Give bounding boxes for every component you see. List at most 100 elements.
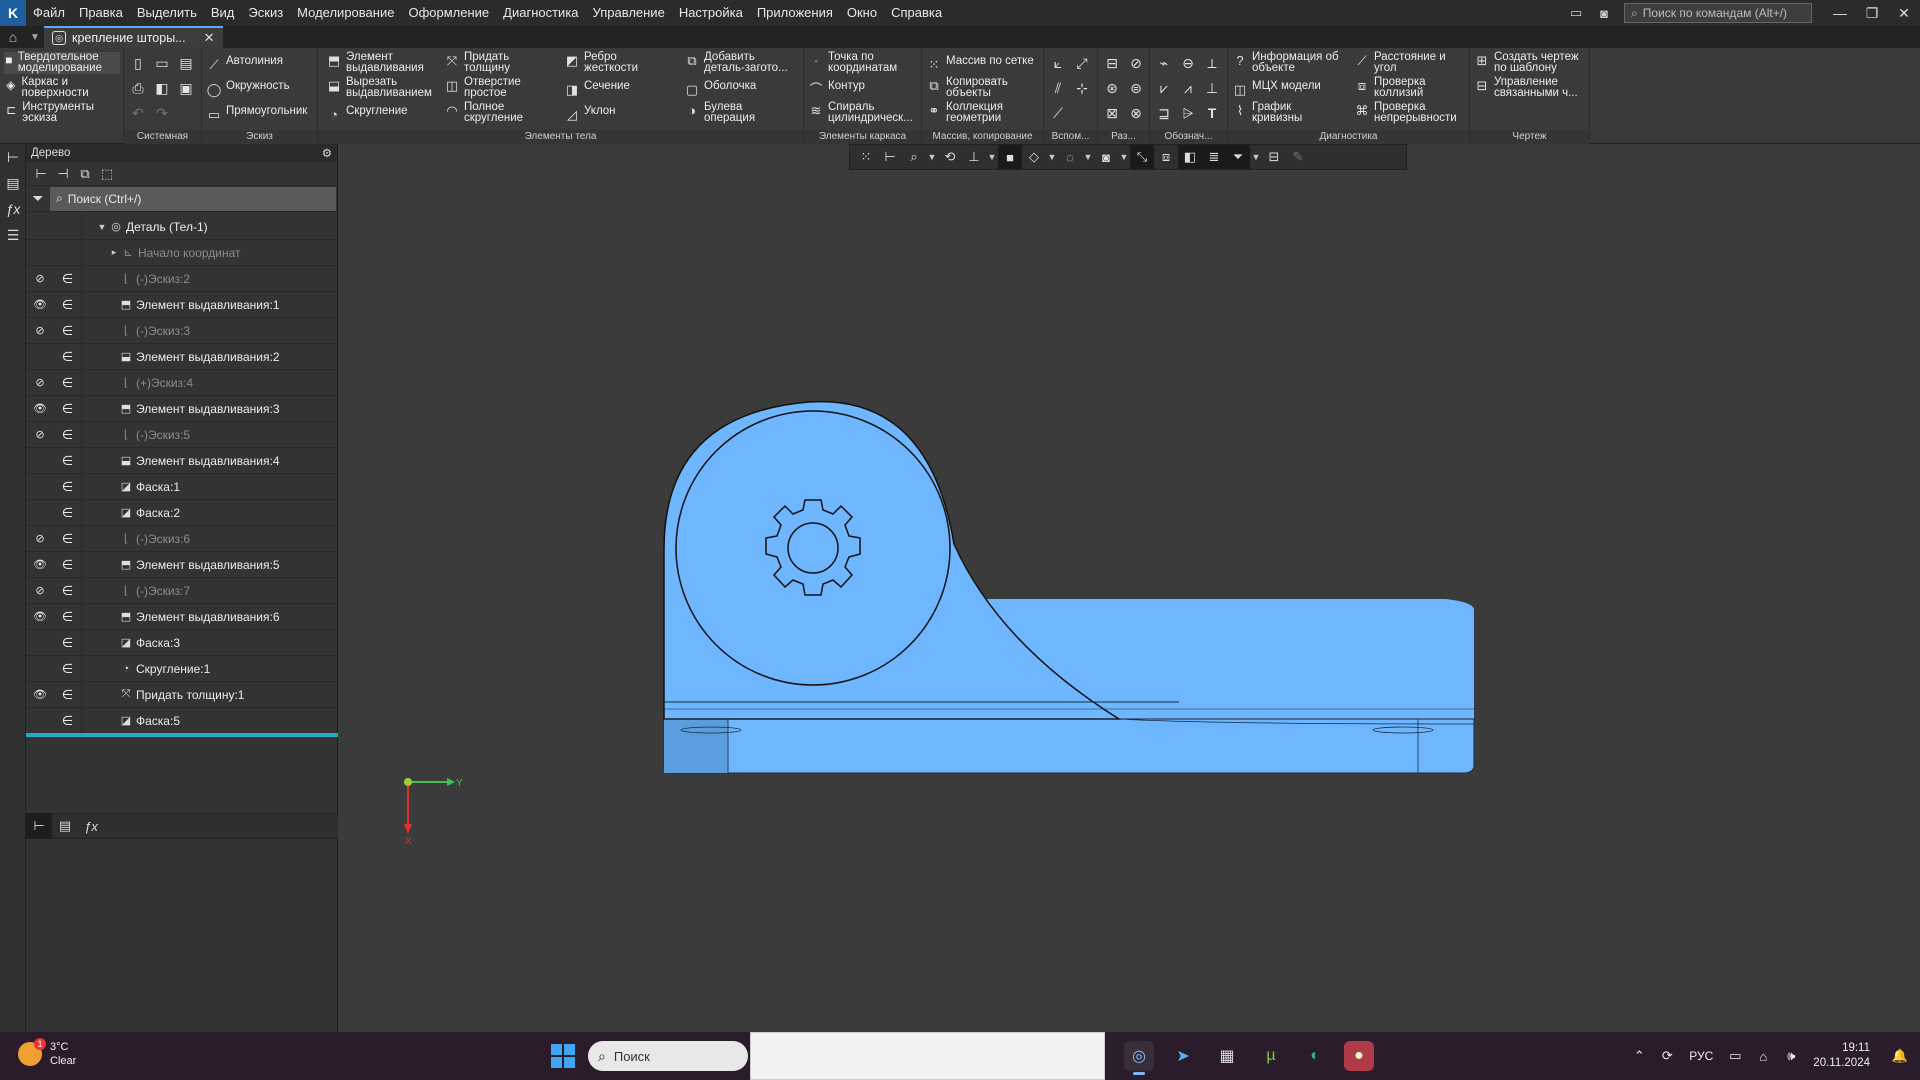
view-orient-icon[interactable]: ⊥ <box>962 145 986 169</box>
tree-row[interactable]: ⊘ ∈ ⌊ (-)Эскиз:3 <box>26 317 338 344</box>
include-toggle-icon[interactable]: ∈ <box>54 629 82 656</box>
rotate-icon[interactable]: ⟲ <box>938 145 962 169</box>
simple-hole-button[interactable]: ◫ Отверстие простое <box>444 76 521 99</box>
include-toggle-icon[interactable]: ∈ <box>54 421 82 448</box>
split-icon[interactable]: ⊟ <box>1102 53 1122 73</box>
minimize-button[interactable]: — <box>1824 0 1856 26</box>
constraints-icon[interactable]: ⤡ <box>1130 145 1154 169</box>
home-icon[interactable]: ⌂ <box>0 26 26 48</box>
close-button[interactable]: ✕ <box>1888 0 1920 26</box>
expand-chevron-icon[interactable]: ▸ <box>108 247 120 258</box>
tree-row[interactable]: ∈ ◪ Фаска:5 <box>26 707 338 734</box>
variables-icon[interactable]: ƒx <box>0 196 26 222</box>
visibility-hidden-icon[interactable]: ⊘ <box>26 428 54 441</box>
tree-root-row[interactable]: ▼ ◎ Деталь (Тел-1) <box>26 213 338 240</box>
menu-file[interactable]: Файл <box>26 0 72 26</box>
dimension-icon[interactable]: ⟂ <box>1202 53 1222 73</box>
zoom-icon[interactable]: ⌕ <box>902 145 926 169</box>
tree-row[interactable]: ∈ ⬓ Элемент выдавливания:4 <box>26 447 338 474</box>
visibility-eye-icon[interactable]: 👁 <box>26 558 54 571</box>
include-toggle-icon[interactable]: ∈ <box>54 447 82 474</box>
menu-modeling[interactable]: Моделирование <box>290 0 401 26</box>
include-toggle-icon[interactable]: ∈ <box>54 603 82 630</box>
tree-row[interactable]: ⊘ ∈ ⌊ (-)Эскиз:6 <box>26 525 338 552</box>
object-info-button[interactable]: ? Информация об объекте <box>1232 51 1338 74</box>
print-icon[interactable]: ⎙ <box>128 78 148 98</box>
bottom-tab-variables-icon[interactable]: ƒx <box>78 813 104 839</box>
model-view[interactable]: Y X <box>339 144 1920 1032</box>
lcs-icon[interactable]: ⊹ <box>1072 78 1092 98</box>
restore-button[interactable]: ❐ <box>1856 0 1888 26</box>
weather-widget[interactable]: 1 3°C Clear <box>18 1038 76 1068</box>
bottom-tab-tree-icon[interactable]: ⊢ <box>26 813 52 839</box>
pen-icon[interactable]: ✎ <box>1286 145 1310 169</box>
point-by-coords-button[interactable]: · Точка по координатам <box>808 51 897 74</box>
browser-taskbar-icon[interactable]: ◐ <box>1300 1041 1330 1071</box>
split-body-icon[interactable]: ⊘ <box>1126 53 1146 73</box>
contour-button[interactable]: ⌒ Контур <box>808 80 864 97</box>
include-toggle-icon[interactable] <box>54 239 82 266</box>
save-icon[interactable]: ▤ <box>176 53 196 73</box>
open-file-icon[interactable]: ▭ <box>152 53 172 73</box>
cut-body-icon[interactable]: ⊠ <box>1102 103 1122 123</box>
mark-icon[interactable]: ⊒ <box>1154 103 1174 123</box>
section-view-icon[interactable]: ◙ <box>1094 145 1118 169</box>
include-toggle-icon[interactable]: ∈ <box>54 473 82 500</box>
measure-icon[interactable]: ⊟ <box>1262 145 1286 169</box>
shell-button[interactable]: ▢ Оболочка <box>684 80 757 97</box>
include-toggle-icon[interactable]: ∈ <box>54 525 82 552</box>
extrude-button[interactable]: ⬒ Элемент выдавливания <box>326 51 424 74</box>
tree-bodies-icon[interactable]: ⧉ <box>74 163 96 185</box>
create-drawing-button[interactable]: ⊞ Создать чертеж по шаблону <box>1474 51 1579 74</box>
menu-apps[interactable]: Приложения <box>750 0 840 26</box>
display-icon[interactable]: ▭ <box>1721 1048 1749 1064</box>
helix-button[interactable]: ≋ Спираль цилиндричеcк... <box>808 101 913 124</box>
menu-select[interactable]: Выделить <box>130 0 204 26</box>
tree-row[interactable]: ∈ ◪ Фаска:1 <box>26 473 338 500</box>
merge-icon[interactable]: ⊜ <box>1126 78 1146 98</box>
tree-row[interactable]: ∈ ◪ Фаска:2 <box>26 499 338 526</box>
tree-row[interactable]: ⊘ ∈ ⌊ (+)Эскиз:4 <box>26 369 338 396</box>
visibility-hidden-icon[interactable]: ⊘ <box>26 376 54 389</box>
trim-icon[interactable]: ⊛ <box>1102 78 1122 98</box>
menu-edit[interactable]: Правка <box>72 0 130 26</box>
show-objects-icon[interactable]: ◧ <box>1178 145 1202 169</box>
layers-view-icon[interactable]: ≣ <box>1202 145 1226 169</box>
visibility-eye-icon[interactable]: 👁 <box>26 610 54 623</box>
calculator-taskbar-icon[interactable]: ▦ <box>1212 1041 1242 1071</box>
collision-check-button[interactable]: ⧈ Проверка коллизий <box>1354 76 1426 99</box>
zoom-chevron-down-icon[interactable]: ▼ <box>926 152 938 162</box>
circle-button[interactable]: ◯ Окружность <box>206 80 290 97</box>
screenshot-icon[interactable]: ◙ <box>1593 4 1615 22</box>
redo-icon[interactable]: ↷ <box>152 103 172 123</box>
clock[interactable]: 19:11 20.11.2024 <box>1813 1041 1870 1071</box>
view-filter-icon[interactable]: ⏷ <box>1226 145 1250 169</box>
wireframe-cube-icon[interactable]: ◇ <box>1022 145 1046 169</box>
hide-chevron-down-icon[interactable]: ▼ <box>1082 152 1094 162</box>
cut-extrude-button[interactable]: ⬓ Вырезать выдавливанием <box>326 76 432 99</box>
tray-chevron-up-icon[interactable]: ⌃ <box>1625 1048 1653 1064</box>
layers-icon[interactable]: ☰ <box>0 222 26 248</box>
tree-row[interactable]: ∈ ◪ Фаска:3 <box>26 629 338 656</box>
visibility-hidden-icon[interactable]: ⊘ <box>26 584 54 597</box>
orientation-icon[interactable]: ⊢ <box>878 145 902 169</box>
tree-settings-gear-icon[interactable]: ⚙ <box>322 146 332 160</box>
undo-icon[interactable]: ↶ <box>128 103 148 123</box>
tree-row[interactable]: ⊘ ∈ ⌊ (-)Эскиз:7 <box>26 577 338 604</box>
tree-row[interactable]: ∈ ◔ Скругление:1 <box>26 655 338 682</box>
collapse-chevron-icon[interactable]: ▼ <box>96 222 108 232</box>
include-toggle-icon[interactable]: ∈ <box>54 291 82 318</box>
tab-close-icon[interactable]: ✕ <box>204 30 215 46</box>
visibility-eye-icon[interactable]: 👁 <box>26 688 54 701</box>
tree-rollback-line[interactable] <box>26 733 338 737</box>
tree-row[interactable]: 👁 ∈ ⬒ Элемент выдавливания:3 <box>26 395 338 422</box>
hide-icon[interactable]: ◌ <box>1058 145 1082 169</box>
tree-row[interactable]: ⊘ ∈ ⌊ (-)Эскиз:5 <box>26 421 338 448</box>
leader-icon[interactable]: ⊖ <box>1178 53 1198 73</box>
draft-button[interactable]: ◿ Уклон <box>564 105 616 122</box>
layout-icon[interactable]: ▭ <box>1565 4 1587 22</box>
visibility-hidden-icon[interactable]: ⊘ <box>26 532 54 545</box>
mass-properties-button[interactable]: ◫ МЦХ модели <box>1232 80 1321 97</box>
save-as-icon[interactable]: ▣ <box>176 78 196 98</box>
tree-row[interactable]: 👁 ∈ ⬒ Элемент выдавливания:5 <box>26 551 338 578</box>
